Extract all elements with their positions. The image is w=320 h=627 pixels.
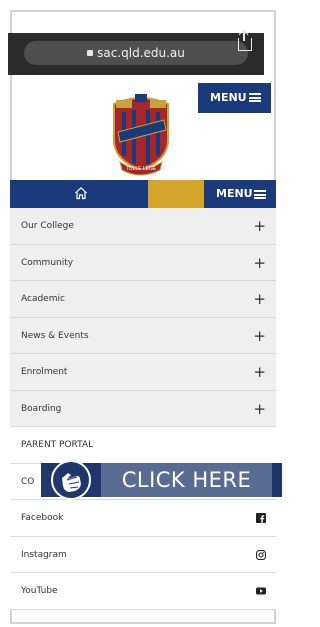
menu-item-youtube[interactable]: YouTube [10, 573, 276, 610]
menu-item-label: News & Events [21, 330, 89, 341]
menu-item-label: Facebook [21, 513, 64, 523]
menu-item-our-college[interactable]: Our College + [10, 208, 276, 245]
menu-item-boarding[interactable]: Boarding + [10, 390, 276, 427]
nav-menu-button[interactable]: MENU [204, 180, 276, 208]
header-menu-label: MENU [210, 91, 247, 104]
hamburger-icon [254, 190, 266, 199]
menu-item-community[interactable]: Community + [10, 244, 276, 281]
click-here-banner[interactable]: CLICK HERE [41, 460, 282, 500]
menu-item-enrolment[interactable]: Enrolment + [10, 354, 276, 391]
instagram-icon [256, 549, 266, 560]
expand-plus-icon[interactable]: + [253, 208, 266, 244]
nav-menu-label: MENU [216, 187, 253, 200]
menu-item-instagram[interactable]: Instagram [10, 536, 276, 573]
expand-plus-icon[interactable]: + [253, 391, 266, 427]
menu-item-label: Instagram [21, 549, 67, 560]
expand-plus-icon[interactable]: + [253, 281, 266, 317]
hamburger-icon [249, 93, 261, 102]
home-button[interactable] [10, 180, 148, 208]
facebook-icon [256, 513, 266, 523]
menu-item-label: YouTube [21, 586, 58, 596]
nav-bar: MENU [10, 180, 276, 208]
college-crest-logo[interactable]: TOLLE LEGE [108, 90, 174, 176]
menu-item-label: Boarding [21, 403, 62, 414]
crest-motto: TOLLE LEGE [126, 166, 157, 172]
menu-item-label: Enrolment [21, 367, 68, 377]
menu-list: Our College + Community + Academic + News &… [10, 208, 276, 610]
lock-icon [87, 50, 94, 56]
menu-item-news-events[interactable]: News & Events + [10, 317, 276, 354]
header-menu-button[interactable]: MENU [198, 83, 271, 113]
home-icon [75, 186, 87, 200]
menu-item-label: Academic [21, 294, 65, 304]
click-here-label[interactable]: CLICK HERE [101, 463, 272, 497]
browser-address-bar: sac.qld.edu.au [8, 31, 264, 75]
url-field[interactable]: sac.qld.edu.au [24, 41, 248, 65]
expand-plus-icon[interactable]: + [253, 354, 266, 390]
menu-item-academic[interactable]: Academic + [10, 281, 276, 318]
expand-plus-icon[interactable]: + [253, 318, 266, 354]
menu-item-label: Community [21, 257, 74, 268]
pointing-hand-icon [51, 460, 91, 500]
gold-accent-segment [148, 180, 204, 208]
expand-plus-icon[interactable]: + [253, 245, 266, 281]
menu-item-label: Our College [21, 221, 74, 231]
youtube-icon [256, 587, 266, 595]
menu-item-label: PARENT PORTAL [21, 440, 94, 450]
share-icon[interactable] [238, 31, 252, 51]
menu-item-label: CO [21, 476, 35, 487]
menu-item-facebook[interactable]: Facebook [10, 500, 276, 537]
url-text: sac.qld.edu.au [97, 46, 185, 60]
